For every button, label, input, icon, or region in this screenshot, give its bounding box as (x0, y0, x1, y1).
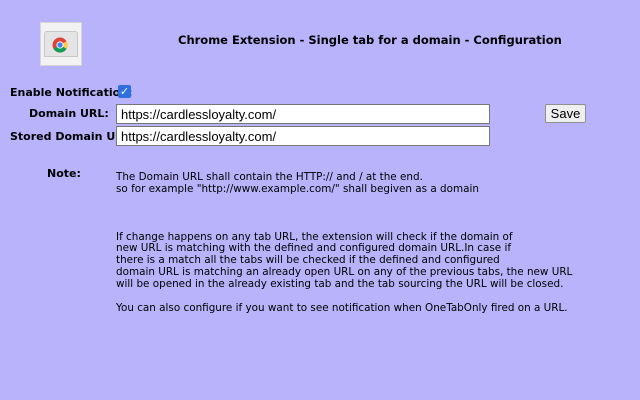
checkmark-icon: ✓ (119, 85, 130, 98)
note-line: will be opened in the already existing t… (116, 277, 564, 290)
note-line: You can also configure if you want to se… (116, 301, 568, 314)
extension-logo (40, 22, 82, 66)
note-line: domain URL is matching an already open U… (116, 265, 573, 278)
domain-url-input[interactable] (116, 104, 490, 124)
page-title: Chrome Extension - Single tab for a doma… (178, 33, 562, 47)
note-text: The Domain URL shall contain the HTTP://… (116, 171, 573, 314)
enable-notification-label: Enable Notification: (10, 86, 133, 99)
note-line: so for example "http://www.example.com/"… (116, 182, 479, 195)
stored-domain-url-input[interactable] (116, 126, 490, 146)
note-label: Note: (47, 167, 81, 180)
chrome-icon (52, 37, 68, 53)
enable-notification-checkbox[interactable]: ✓ (118, 85, 131, 98)
save-button[interactable]: Save (545, 104, 586, 123)
domain-url-label: Domain URL: (29, 107, 109, 120)
